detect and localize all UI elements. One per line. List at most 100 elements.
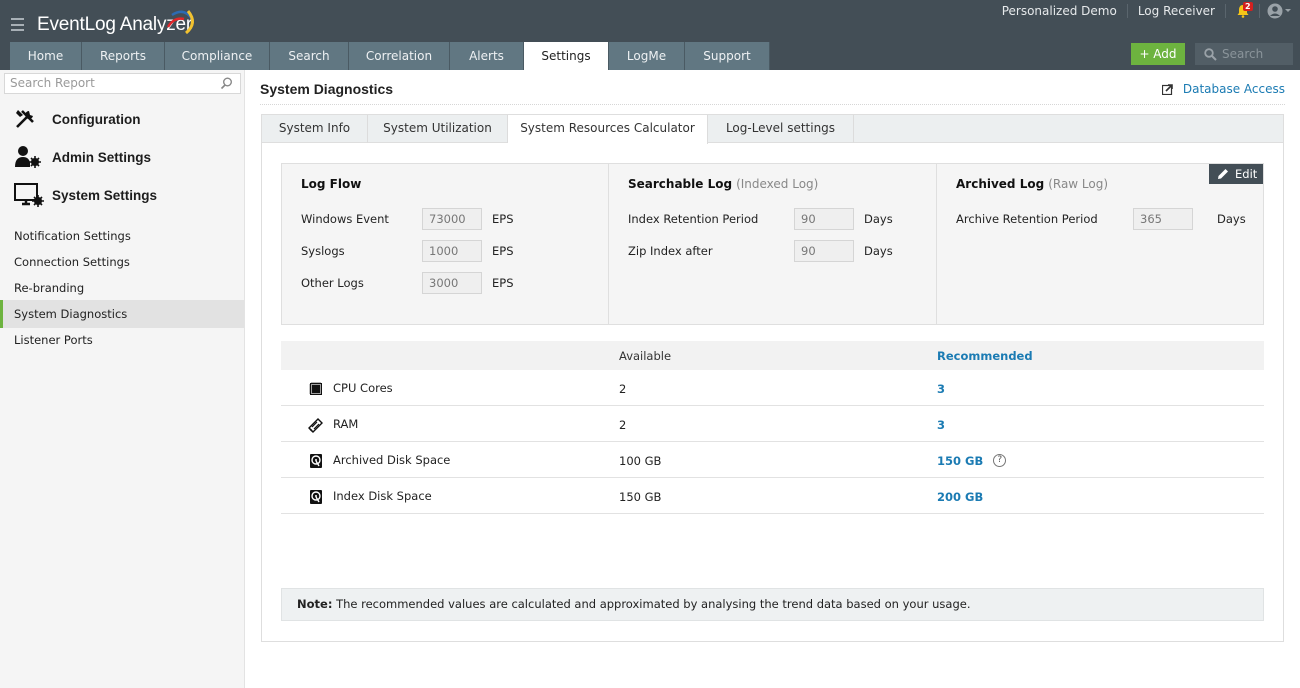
field-label: Windows Event xyxy=(301,212,389,226)
log-flow-section: Log Flow Windows Event EPS Syslogs EPS O… xyxy=(282,164,609,324)
section-subtitle: (Indexed Log) xyxy=(736,177,819,191)
table-row: CPU Cores 2 3 xyxy=(281,370,1264,406)
windows-event-eps-input[interactable] xyxy=(422,208,482,230)
search-icon xyxy=(220,77,232,90)
edit-label: Edit xyxy=(1235,167,1258,181)
syslogs-eps-input[interactable] xyxy=(422,240,482,262)
tab-system-utilization[interactable]: System Utilization xyxy=(368,115,508,143)
sidebar-group-label: Admin Settings xyxy=(52,149,152,165)
search-report-input[interactable]: Search Report xyxy=(4,73,241,94)
hamburger-icon[interactable] xyxy=(11,18,24,31)
archive-retention-input[interactable] xyxy=(1133,208,1193,230)
sidebar-item-system-diagnostics[interactable]: System Diagnostics xyxy=(0,300,244,328)
sidebar-item-listener-ports[interactable]: Listener Ports xyxy=(0,327,244,353)
recommended-value: 150 GB xyxy=(937,454,984,468)
sidebar-group-system-settings[interactable]: System Settings xyxy=(14,182,157,208)
sidebar-item-re-branding[interactable]: Re-branding xyxy=(0,275,244,301)
nav-tab-reports[interactable]: Reports xyxy=(82,42,165,70)
table-row: Index Disk Space 150 GB 200 GB xyxy=(281,478,1264,514)
sidebar-item-notification-settings[interactable]: Notification Settings xyxy=(0,223,244,249)
nav-tab-compliance[interactable]: Compliance xyxy=(165,42,270,70)
nav-tab-alerts[interactable]: Alerts xyxy=(450,42,524,70)
section-title: Searchable Log xyxy=(628,177,733,191)
pencil-icon xyxy=(1218,169,1228,179)
archive-retention-row: Archive Retention Period Days xyxy=(956,208,1246,230)
nav-tab-home[interactable]: Home xyxy=(10,42,82,70)
help-icon[interactable]: ? xyxy=(993,454,1007,467)
index-retention-row: Index Retention Period Days xyxy=(628,208,893,230)
database-access-link[interactable]: Database Access xyxy=(1161,82,1285,96)
index-retention-input[interactable] xyxy=(794,208,854,230)
tab-log-level-settings[interactable]: Log-Level settings xyxy=(708,115,854,143)
unit-label: EPS xyxy=(492,212,514,226)
nav-tab-correlation[interactable]: Correlation xyxy=(349,42,450,70)
admin-gear-icon xyxy=(14,144,44,170)
sidebar-group-label: Configuration xyxy=(52,111,141,127)
global-search-placeholder: Search xyxy=(1222,47,1264,61)
sidebar-group-configuration[interactable]: Configuration xyxy=(14,106,140,132)
section-title: Archived Log xyxy=(956,177,1045,191)
title-divider xyxy=(260,104,1285,105)
log-receiver-link[interactable]: Log Receiver xyxy=(1128,4,1226,18)
recommended-value: 200 GB xyxy=(937,490,984,504)
add-button[interactable]: + Add xyxy=(1131,43,1185,65)
tab-system-resources-calculator[interactable]: System Resources Calculator xyxy=(508,115,708,144)
sidebar-group-label: System Settings xyxy=(52,187,158,203)
nav-tab-search[interactable]: Search xyxy=(270,42,349,70)
main-nav: Home Reports Compliance Search Correlati… xyxy=(10,42,770,70)
other-logs-eps-input[interactable] xyxy=(422,272,482,294)
log-flow-title: Log Flow xyxy=(301,177,362,191)
unit-label: EPS xyxy=(492,244,514,258)
notification-badge: 2 xyxy=(1243,2,1253,11)
archived-log-section: Archived Log (Raw Log) Edit Archive Reten… xyxy=(937,164,1263,324)
tools-icon xyxy=(14,106,44,132)
field-label: Zip Index after xyxy=(628,244,713,258)
available-value: 100 GB xyxy=(619,454,662,468)
resource-name: RAM xyxy=(333,417,359,431)
diagnostics-tabs: System Info System Utilization System Re… xyxy=(262,115,1283,144)
global-search-input[interactable]: Search xyxy=(1195,43,1293,65)
nav-tab-support[interactable]: Support xyxy=(685,42,770,70)
note-text: The recommended values are calculated an… xyxy=(332,597,971,611)
top-links: Personalized Demo Log Receiver 2 xyxy=(992,0,1300,22)
page-title: System Diagnostics xyxy=(260,81,394,97)
personalized-demo-link[interactable]: Personalized Demo xyxy=(992,4,1128,18)
ram-stick-icon xyxy=(308,418,323,433)
field-label: Index Retention Period xyxy=(628,212,759,226)
table-row: Archived Disk Space 100 GB 150 GB? xyxy=(281,442,1264,478)
resources-table-header: Available Recommended xyxy=(281,341,1264,370)
zip-index-input[interactable] xyxy=(794,240,854,262)
sidebar-group-admin-settings[interactable]: Admin Settings xyxy=(14,144,151,170)
unit-label: Days xyxy=(864,244,893,258)
nav-tab-logme[interactable]: LogMe xyxy=(609,42,685,70)
resource-name: Archived Disk Space xyxy=(333,453,451,467)
recommended-value: 3 xyxy=(937,382,946,396)
unit-label: Days xyxy=(864,212,893,226)
recommended-value: 3 xyxy=(937,418,946,432)
user-menu[interactable] xyxy=(1260,3,1300,19)
recommended-header: Recommended xyxy=(937,349,1033,363)
nav-tab-settings[interactable]: Settings xyxy=(524,42,609,70)
resources-table: Available Recommended CPU Cores 2 3 RAM … xyxy=(281,341,1264,514)
hard-disk-icon xyxy=(310,454,322,468)
note-label: Note: xyxy=(297,597,333,611)
available-value: 2 xyxy=(619,418,627,432)
resource-name: Index Disk Space xyxy=(333,489,432,503)
syslogs-row: Syslogs EPS xyxy=(301,240,514,262)
archived-log-title: Archived Log (Raw Log) xyxy=(956,177,1108,191)
available-value: 2 xyxy=(619,382,627,396)
calculator-inputs: Log Flow Windows Event EPS Syslogs EPS O… xyxy=(281,163,1264,325)
sidebar-item-connection-settings[interactable]: Connection Settings xyxy=(0,249,244,275)
external-link-icon xyxy=(1161,83,1173,95)
diagnostics-panel: System Info System Utilization System Re… xyxy=(261,114,1284,642)
edit-button[interactable]: Edit xyxy=(1209,164,1263,184)
tab-system-info[interactable]: System Info xyxy=(262,115,368,143)
search-report-placeholder: Search Report xyxy=(10,76,95,90)
available-value: 150 GB xyxy=(619,490,662,504)
note-box: Note: The recommended values are calcula… xyxy=(281,588,1264,621)
cpu-chip-icon xyxy=(309,382,323,396)
user-avatar-icon xyxy=(1267,3,1291,19)
notifications-button[interactable]: 2 xyxy=(1226,2,1260,18)
unit-label: Days xyxy=(1217,212,1246,226)
field-label: Other Logs xyxy=(301,276,364,290)
